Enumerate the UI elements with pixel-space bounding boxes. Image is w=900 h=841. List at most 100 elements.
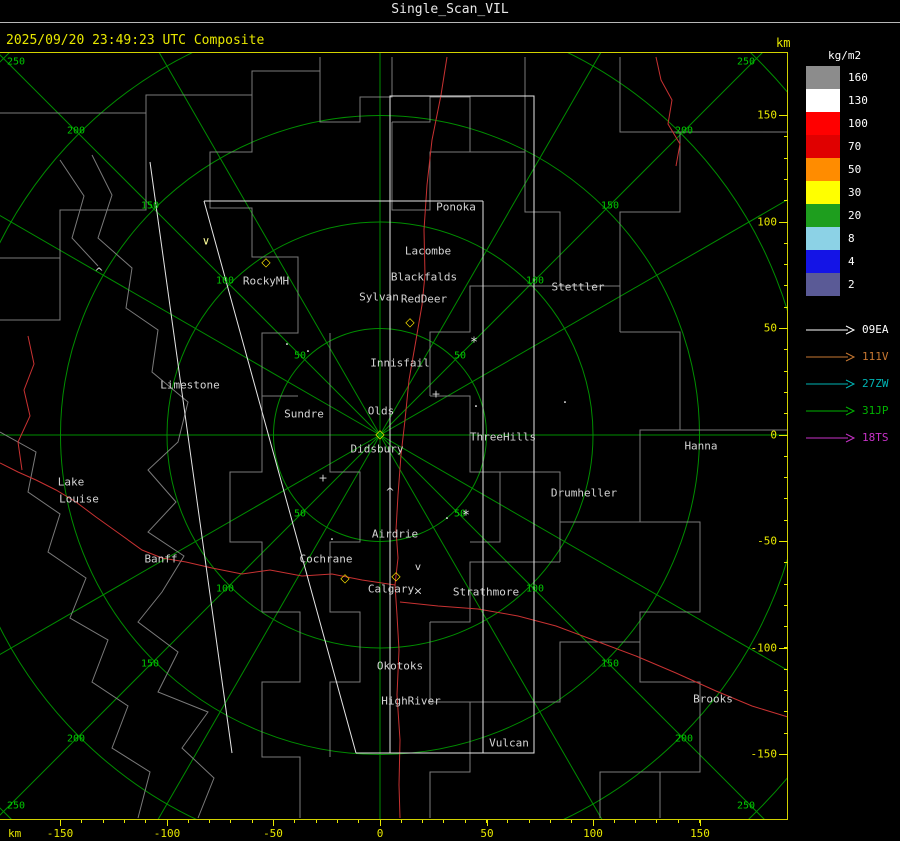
bottom-axis-label: -150 bbox=[46, 827, 74, 840]
road-lines bbox=[0, 56, 789, 819]
map-canvas[interactable] bbox=[0, 0, 900, 841]
bottom-axis-minor-tick bbox=[316, 820, 317, 823]
radar-id: 27ZW bbox=[862, 377, 889, 390]
bottom-axis-minor-tick bbox=[337, 820, 338, 823]
colorbar-row: 2 bbox=[806, 273, 868, 296]
colorbar-swatch bbox=[806, 181, 840, 204]
bottom-axis-minor-tick bbox=[401, 820, 402, 823]
colorbar-row: 160 bbox=[806, 66, 868, 89]
title-separator bbox=[0, 22, 900, 23]
colorbar-swatch bbox=[806, 250, 840, 273]
radar-legend-item: 31JP bbox=[804, 397, 889, 424]
radar-id: 09EA bbox=[862, 323, 889, 336]
colorbar-row: 4 bbox=[806, 250, 868, 273]
bottom-axis-minor-tick bbox=[635, 820, 636, 823]
bottom-axis-minor-tick bbox=[273, 820, 274, 823]
colorbar-value: 160 bbox=[848, 71, 868, 84]
colorbar-swatch bbox=[806, 135, 840, 158]
bottom-axis-minor-tick bbox=[422, 820, 423, 823]
bottom-axis-minor-tick bbox=[529, 820, 530, 823]
bottom-axis-tick bbox=[487, 820, 488, 826]
bottom-axis-minor-tick bbox=[188, 820, 189, 823]
colorbar-swatch bbox=[806, 273, 840, 296]
radar-legend-item: 18TS bbox=[804, 424, 889, 451]
bottom-axis-minor-tick bbox=[465, 820, 466, 823]
bottom-axis-label: 150 bbox=[690, 827, 710, 840]
colorbar-swatch bbox=[806, 158, 840, 181]
bottom-axis-minor-tick bbox=[60, 820, 61, 823]
colorbar-value: 8 bbox=[848, 232, 855, 245]
bottom-axis-minor-tick bbox=[209, 820, 210, 823]
range-ring bbox=[0, 0, 900, 841]
azimuth-spoke bbox=[145, 434, 381, 841]
colorbar-swatch bbox=[806, 227, 840, 250]
colorbar-value: 50 bbox=[848, 163, 862, 176]
colorbar: 160 130 100 70 50 30 20 8 4 2 bbox=[806, 66, 868, 296]
radar-arrow-icon bbox=[806, 406, 856, 415]
bottom-axis-minor-tick bbox=[678, 820, 679, 823]
azimuth-spoke bbox=[379, 434, 787, 841]
bottom-axis-minor-tick bbox=[294, 820, 295, 823]
colorbar-row: 30 bbox=[806, 181, 868, 204]
bottom-axis-minor-tick bbox=[167, 820, 168, 823]
colorbar-value: 4 bbox=[848, 255, 855, 268]
colorbar-swatch bbox=[806, 89, 840, 112]
colorbar-value: 100 bbox=[848, 117, 868, 130]
bottom-axis-minor-tick bbox=[507, 820, 508, 823]
bottom-axis-minor-tick bbox=[486, 820, 487, 823]
radar-legend-item: 09EA bbox=[804, 316, 889, 343]
bottom-axis-minor-tick bbox=[81, 820, 82, 823]
bottom-axis-minor-tick bbox=[252, 820, 253, 823]
window-title: Single_Scan_VIL bbox=[391, 2, 509, 17]
radar-id: 31JP bbox=[862, 404, 889, 417]
radar-legend: 09EA 111V 27ZW 31JP 18TS bbox=[804, 316, 889, 451]
boundary-lines bbox=[0, 57, 788, 819]
bottom-axis-label: 100 bbox=[583, 827, 603, 840]
azimuth-spoke bbox=[379, 0, 816, 436]
radar-id: 18TS bbox=[862, 431, 889, 444]
bottom-axis-label: -50 bbox=[263, 827, 283, 840]
azimuth-spoke bbox=[379, 434, 900, 736]
colorbar-row: 20 bbox=[806, 204, 868, 227]
bottom-axis-label: 0 bbox=[376, 827, 384, 840]
bottom-axis-minor-tick bbox=[230, 820, 231, 823]
range-ring bbox=[0, 8, 807, 841]
bottom-axis-minor-tick bbox=[550, 820, 551, 823]
bottom-axis-label: -100 bbox=[153, 827, 181, 840]
colorbar-row: 100 bbox=[806, 112, 868, 135]
bottom-axis-label: 50 bbox=[480, 827, 494, 840]
bottom-axis-minor-tick bbox=[593, 820, 594, 823]
radar-app-window: Single_Scan_VIL 2025/09/20 23:49:23 UTC … bbox=[0, 0, 900, 841]
colorbar-swatch bbox=[806, 204, 840, 227]
axis-frame bbox=[0, 52, 788, 820]
bottom-axis-minor-tick bbox=[699, 820, 700, 823]
azimuth-spoke bbox=[0, 54, 381, 436]
bottom-axis-minor-tick bbox=[145, 820, 146, 823]
km-unit-top: km bbox=[776, 36, 791, 50]
map-linework bbox=[0, 0, 900, 841]
colorbar-value: 20 bbox=[848, 209, 862, 222]
radar-legend-item: 27ZW bbox=[804, 370, 889, 397]
bottom-axis-tick bbox=[700, 820, 701, 826]
azimuth-spoke bbox=[379, 134, 900, 436]
bottom-axis-minor-tick bbox=[656, 820, 657, 823]
colorbar-row: 50 bbox=[806, 158, 868, 181]
bottom-axis-minor-tick bbox=[124, 820, 125, 823]
colorbar-row: 130 bbox=[806, 89, 868, 112]
colorbar-value: 30 bbox=[848, 186, 862, 199]
colorbar-title: kg/m2 bbox=[828, 49, 862, 62]
colorbar-value: 130 bbox=[848, 94, 868, 107]
azimuth-spoke bbox=[379, 434, 615, 841]
radar-legend-item: 111V bbox=[804, 343, 889, 370]
azimuth-spoke bbox=[0, 434, 381, 816]
bottom-axis: km -150 -100 -50 0 50 100 150 bbox=[0, 820, 788, 841]
coverage-outlines bbox=[149, 95, 535, 754]
colorbar-value: 2 bbox=[848, 278, 855, 291]
km-unit-bottom: km bbox=[8, 827, 22, 840]
radar-id: 111V bbox=[862, 350, 889, 363]
bottom-axis-minor-tick bbox=[571, 820, 572, 823]
scan-timestamp: 2025/09/20 23:49:23 UTC Composite bbox=[6, 33, 265, 48]
bottom-axis-minor-tick bbox=[614, 820, 615, 823]
radar-arrow-icon bbox=[806, 352, 856, 361]
colorbar-value: 70 bbox=[848, 140, 862, 153]
